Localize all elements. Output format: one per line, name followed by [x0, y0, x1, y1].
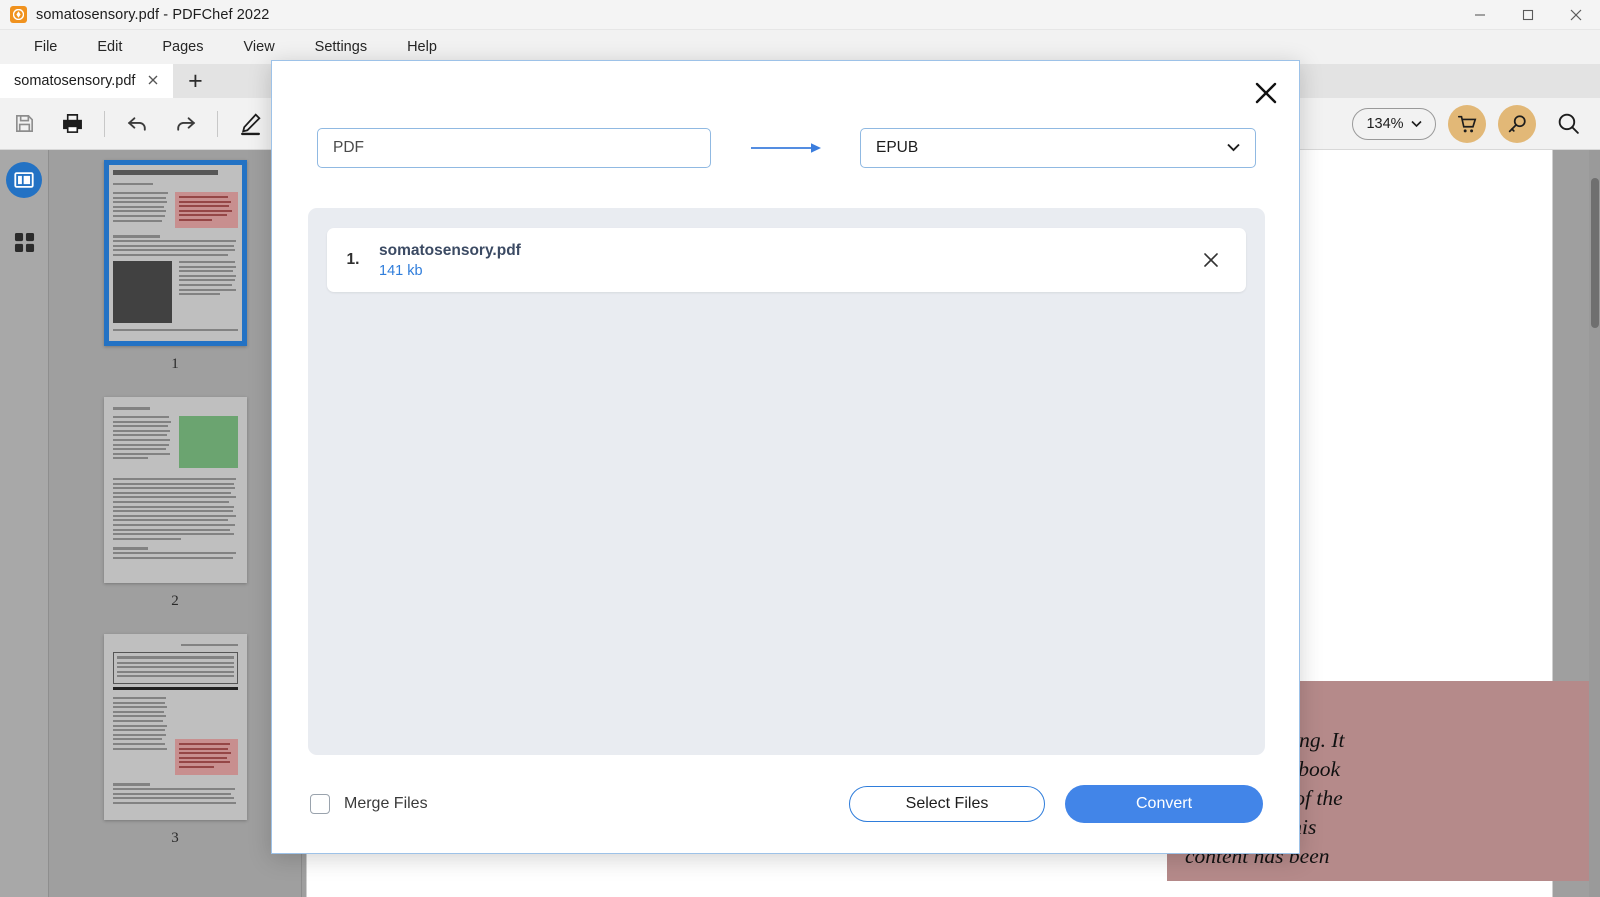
- search-icon[interactable]: [1548, 104, 1588, 144]
- zoom-level-value: 134%: [1366, 115, 1404, 132]
- file-index: 1.: [346, 251, 360, 268]
- thumbnail-page-2[interactable]: [103, 397, 247, 583]
- shopping-cart-icon[interactable]: [1448, 104, 1486, 143]
- maximize-icon[interactable]: [1504, 0, 1552, 30]
- file-name: somatosensory.pdf: [379, 241, 521, 259]
- chevron-down-icon: [1410, 115, 1422, 133]
- undo-icon[interactable]: [113, 98, 161, 150]
- thumbnail-page-number: 3: [171, 830, 179, 846]
- thumbnail-page-number: 1: [171, 356, 179, 372]
- edit-pencil-icon[interactable]: [226, 98, 274, 150]
- application-window: somatosensory.pdf - PDFChef 2022 File Ed…: [0, 0, 1600, 897]
- zoom-level-control[interactable]: 134%: [1352, 107, 1436, 140]
- menu-item-pages[interactable]: Pages: [142, 35, 223, 59]
- title-bar: somatosensory.pdf - PDFChef 2022: [0, 0, 1600, 30]
- window-title: somatosensory.pdf - PDFChef 2022: [36, 6, 270, 23]
- target-format-select[interactable]: EPUB: [860, 128, 1256, 168]
- menu-item-view[interactable]: View: [224, 35, 295, 59]
- document-scrollbar[interactable]: [1589, 150, 1600, 897]
- format-selection-row: PDF EPUB: [317, 128, 1256, 168]
- file-size: 141 kb: [379, 262, 423, 279]
- thumbnail-preview: [104, 160, 247, 346]
- minimize-icon[interactable]: [1456, 0, 1504, 30]
- toolbar-divider: [104, 110, 105, 137]
- scrollbar-thumb[interactable]: [1591, 178, 1599, 328]
- toolbar-divider: [217, 110, 218, 137]
- thumbnail-page-3[interactable]: [103, 634, 247, 820]
- close-icon[interactable]: [1198, 247, 1224, 273]
- thumbnail-page-number: 2: [171, 593, 179, 609]
- save-icon[interactable]: [0, 98, 48, 150]
- merge-files-group[interactable]: Merge Files: [310, 794, 428, 814]
- convert-button[interactable]: Convert: [1065, 785, 1263, 823]
- close-icon[interactable]: [1552, 0, 1600, 30]
- window-controls: [1456, 0, 1600, 30]
- merge-files-checkbox[interactable]: [310, 794, 330, 814]
- menu-bar: File Edit Pages View Settings Help: [0, 30, 1600, 64]
- thumbnail-preview: [104, 397, 247, 583]
- print-icon[interactable]: [48, 98, 96, 150]
- grid-thumbnails-icon[interactable]: [6, 224, 42, 260]
- merge-files-label: Merge Files: [344, 795, 428, 812]
- convert-dialog: PDF EPUB 1. somatosensory.pdf 141 kb Mer…: [271, 60, 1300, 854]
- select-files-button[interactable]: Select Files: [849, 786, 1045, 822]
- file-meta: somatosensory.pdf 141 kb: [379, 242, 521, 279]
- menu-item-help[interactable]: Help: [387, 35, 457, 59]
- redo-icon[interactable]: [161, 98, 209, 150]
- left-rail: [0, 150, 49, 897]
- thumbnail-page-1[interactable]: [103, 160, 247, 346]
- close-icon[interactable]: [1249, 76, 1283, 110]
- pdfchef-logo-icon: [10, 6, 27, 23]
- arrow-right-icon: [711, 140, 860, 156]
- dialog-footer: Merge Files Select Files Convert: [272, 783, 1301, 825]
- source-format-input[interactable]: PDF: [317, 128, 711, 168]
- target-format-value: EPUB: [876, 139, 919, 156]
- menu-item-settings[interactable]: Settings: [295, 35, 387, 59]
- document-tab[interactable]: somatosensory.pdf: [0, 64, 174, 98]
- file-list-panel: 1. somatosensory.pdf 141 kb: [308, 208, 1265, 755]
- menu-item-edit[interactable]: Edit: [77, 35, 142, 59]
- new-tab-button[interactable]: +: [173, 64, 217, 98]
- sidebar-toggle-icon[interactable]: [6, 162, 42, 198]
- thumbnail-preview: [104, 634, 247, 820]
- key-search-icon[interactable]: [1498, 104, 1536, 143]
- document-tab-label: somatosensory.pdf: [14, 73, 136, 89]
- file-list-item[interactable]: 1. somatosensory.pdf 141 kb: [327, 228, 1246, 292]
- thumbnail-panel[interactable]: 1 2 3: [49, 150, 302, 897]
- close-icon[interactable]: [147, 74, 159, 89]
- menu-item-file[interactable]: File: [14, 35, 77, 59]
- source-format-value: PDF: [333, 139, 364, 156]
- chevron-down-icon: [1227, 139, 1240, 157]
